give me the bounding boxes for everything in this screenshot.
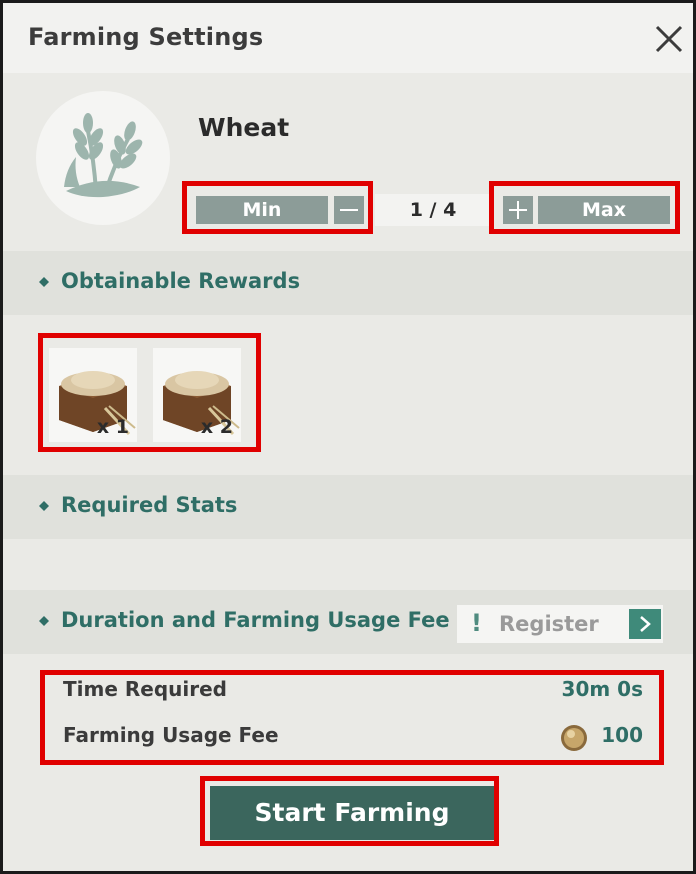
close-icon[interactable]: [653, 23, 685, 55]
diamond-bullet-icon: [39, 501, 49, 511]
panel-header: Farming Settings: [3, 3, 693, 73]
section-obtainable-rewards: Obtainable Rewards: [3, 251, 693, 315]
start-farming-button[interactable]: Start Farming: [210, 786, 494, 840]
min-button[interactable]: Min: [196, 196, 328, 224]
chevron-right-icon: [629, 609, 661, 639]
reward-qty: x 2: [200, 416, 233, 438]
time-required-label: Time Required: [63, 677, 227, 701]
farming-settings-panel: Farming Settings Wheat Min 1 / 4 Max Obt…: [3, 3, 693, 871]
usage-fee-value: 100: [601, 723, 643, 747]
coin-icon: [561, 725, 587, 751]
time-required-row: Time Required 30m 0s: [63, 677, 643, 707]
plus-icon: [509, 201, 527, 219]
alert-icon: !: [471, 609, 482, 637]
section-label: Duration and Farming Usage Fee: [61, 608, 450, 632]
quantity-display: 1 / 4: [375, 194, 491, 226]
minus-icon: [340, 209, 358, 211]
diamond-bullet-icon: [39, 277, 49, 287]
usage-fee-row: Farming Usage Fee 100: [63, 723, 643, 753]
decrease-button[interactable]: [334, 196, 364, 224]
reward-slot-1[interactable]: x 1: [49, 348, 137, 442]
reward-qty: x 1: [96, 416, 129, 438]
max-button[interactable]: Max: [538, 196, 670, 224]
usage-fee-label: Farming Usage Fee: [63, 723, 279, 747]
crop-name: Wheat: [198, 113, 290, 142]
register-label: Register: [499, 612, 599, 636]
section-label: Obtainable Rewards: [61, 269, 301, 293]
section-label: Required Stats: [61, 493, 238, 517]
panel-title: Farming Settings: [28, 23, 264, 51]
time-required-value: 30m 0s: [561, 677, 643, 701]
diamond-bullet-icon: [39, 616, 49, 626]
section-required-stats: Required Stats: [3, 475, 693, 539]
increase-button[interactable]: [503, 196, 533, 224]
register-button[interactable]: ! Register: [457, 605, 663, 643]
wheat-icon: [36, 91, 170, 225]
reward-slot-2[interactable]: x 2: [153, 348, 241, 442]
